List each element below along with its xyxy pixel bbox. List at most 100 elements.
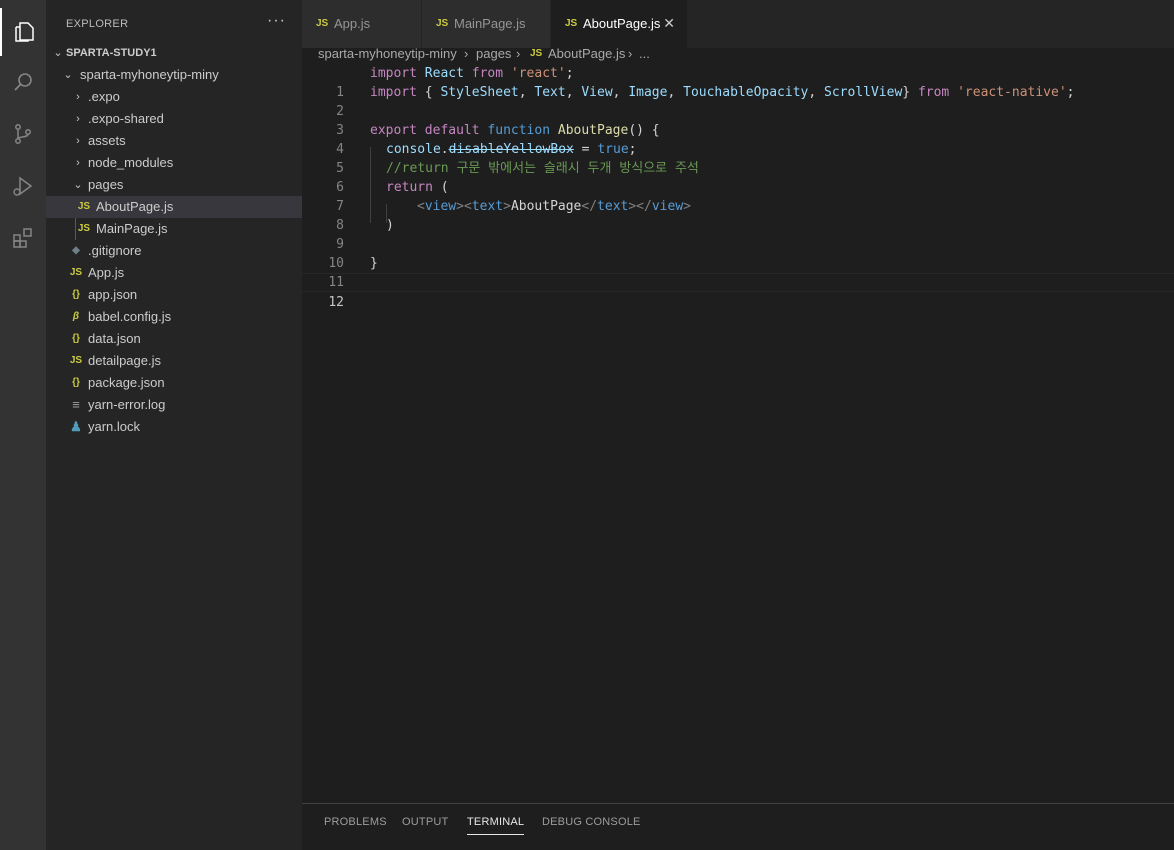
tree-file-yarn-error-log[interactable]: ≡ yarn-error.log [46,394,302,416]
token: disableYellowBox [448,142,574,157]
js-file-icon: JS [77,201,91,212]
code-editor[interactable]: 1 import React from 'react'; 2 import { … [302,64,1174,804]
token: } [370,256,378,271]
chevron-right-icon: › [76,113,80,125]
token: function [487,123,551,138]
activity-bar [0,0,46,850]
tree-file-babel-config[interactable]: β babel.config.js [46,306,302,328]
tree-item-label: package.json [88,375,165,390]
token: //return 구문 밖에서는 슬래시 두개 방식으로 주석 [386,161,699,176]
chevron-right-icon: › [76,91,80,103]
token: } [902,85,918,100]
extensions-icon[interactable] [0,214,46,262]
bottom-panel: PROBLEMS OUTPUT TERMINAL DEBUG CONSOLE [302,803,1174,850]
token: > [683,199,691,214]
workspace-root[interactable]: ⌄ SPARTA-STUDY1 [46,42,302,64]
tab-aboutpage-js[interactable]: JS AboutPage.js ✕ [551,0,688,48]
tree-folder-expo-shared[interactable]: › .expo-shared [46,108,302,130]
tab-label: AboutPage.js [583,16,661,31]
tab-app-js[interactable]: JS App.js [302,0,422,48]
tree-file-app-js[interactable]: JS App.js [46,262,302,284]
chevron-right-icon: › [76,157,80,169]
tree-folder-pages[interactable]: ⌄ pages [46,174,302,196]
tree-item-label: babel.config.js [88,309,172,324]
code-line-12-current: 12 [302,273,1174,310]
token: , [565,85,582,100]
tree-file-aboutpage[interactable]: JS AboutPage.js [46,196,302,218]
code-line-10: 10 [302,235,1174,271]
token: console [386,142,441,157]
log-file-icon: ≡ [72,397,80,412]
token: view [651,199,684,214]
tree-file-detailpage[interactable]: JS detailpage.js [46,350,302,372]
token: TouchableOpacity [683,85,809,100]
tab-label: MainPage.js [454,16,526,31]
code-line-6: 6 //return 구문 밖에서는 슬래시 두개 방식으로 주석 [302,159,1174,195]
json-file-icon: {} [72,333,80,344]
breadcrumb-subfolder[interactable]: pages [476,44,511,64]
token: React [416,66,472,81]
token: () { [628,123,660,138]
code-line-11: 11 } [302,254,1174,290]
close-icon[interactable]: ✕ [663,15,675,32]
tab-problems[interactable]: PROBLEMS [324,816,387,828]
js-file-icon: JS [565,18,578,29]
chevron-down-icon: ⌄ [73,179,83,191]
token: AboutPage [550,123,629,138]
token: , [667,85,684,100]
editor-tabs: JS App.js JS MainPage.js JS AboutPage.js… [302,0,1174,48]
git-file-icon: ◆ [72,245,80,256]
token: from [917,85,950,100]
tree-file-app-json[interactable]: {} app.json [46,284,302,306]
more-actions-icon[interactable]: ··· [267,12,286,30]
token: ScrollView [824,85,903,100]
token: ; [565,66,574,81]
token: export [370,123,417,138]
breadcrumb-symbols[interactable]: ... [639,44,650,64]
breadcrumb-file[interactable]: AboutPage.js [548,44,625,64]
tree-file-data-json[interactable]: {} data.json [46,328,302,350]
breadcrumb: sparta-myhoneytip-miny › pages › JS Abou… [302,44,1174,64]
tab-mainpage-js[interactable]: JS MainPage.js [422,0,551,48]
tree-file-yarn-lock[interactable]: ♟ yarn.lock [46,416,302,438]
tab-output[interactable]: OUTPUT [402,816,448,828]
json-file-icon: {} [72,289,80,300]
explorer-files-icon[interactable] [0,8,46,56]
tree-item-label: assets [88,133,126,148]
tree-folder-node-modules[interactable]: › node_modules [46,152,302,174]
code-line-8: 8 <view><text>AboutPage</text></view> [302,197,1174,233]
yarn-file-icon: ♟ [70,419,82,434]
tree-file-package-json[interactable]: {} package.json [46,372,302,394]
token: Text [534,85,566,100]
tab-debug-console[interactable]: DEBUG CONSOLE [542,816,641,828]
tree-folder-expo[interactable]: › .expo [46,86,302,108]
token: { [416,85,441,100]
tree-item-label: node_modules [88,155,174,170]
explorer-sidebar: EXPLORER ··· ⌄ SPARTA-STUDY1 ⌄ sparta-my… [46,0,302,850]
code-line-2: 2 import { StyleSheet, Text, View, Image… [302,83,1174,119]
code-line-7: 7 return ( [302,178,1174,214]
token: return [386,180,433,195]
chevron-right-icon: › [628,46,633,61]
tree-file-gitignore[interactable]: ◆ .gitignore [46,240,302,262]
token: StyleSheet [440,85,519,100]
breadcrumb-folder[interactable]: sparta-myhoneytip-miny [318,44,457,64]
tree-folder-sparta-myhoneytip-miny[interactable]: ⌄ sparta-myhoneytip-miny [46,64,302,86]
search-icon[interactable] [0,58,46,106]
tree-item-label: MainPage.js [96,221,168,236]
chevron-down-icon: ⌄ [63,69,73,81]
run-debug-icon[interactable] [0,162,46,210]
tree-file-mainpage[interactable]: JS MainPage.js [46,218,302,240]
tree-folder-assets[interactable]: › assets [46,130,302,152]
source-control-icon[interactable] [0,110,46,158]
token: > [503,199,511,214]
token: ; [1066,85,1075,100]
code-line-1: 1 import React from 'react'; [302,64,1174,100]
code-line-4: 4 export default function AboutPage() { [302,121,1174,157]
tree-item-label: yarn-error.log [88,397,166,412]
tab-terminal[interactable]: TERMINAL [467,816,525,835]
token: view [424,199,457,214]
token: text [597,199,629,214]
tree-item-label: App.js [88,265,125,280]
tree-item-label: sparta-myhoneytip-miny [80,67,219,82]
